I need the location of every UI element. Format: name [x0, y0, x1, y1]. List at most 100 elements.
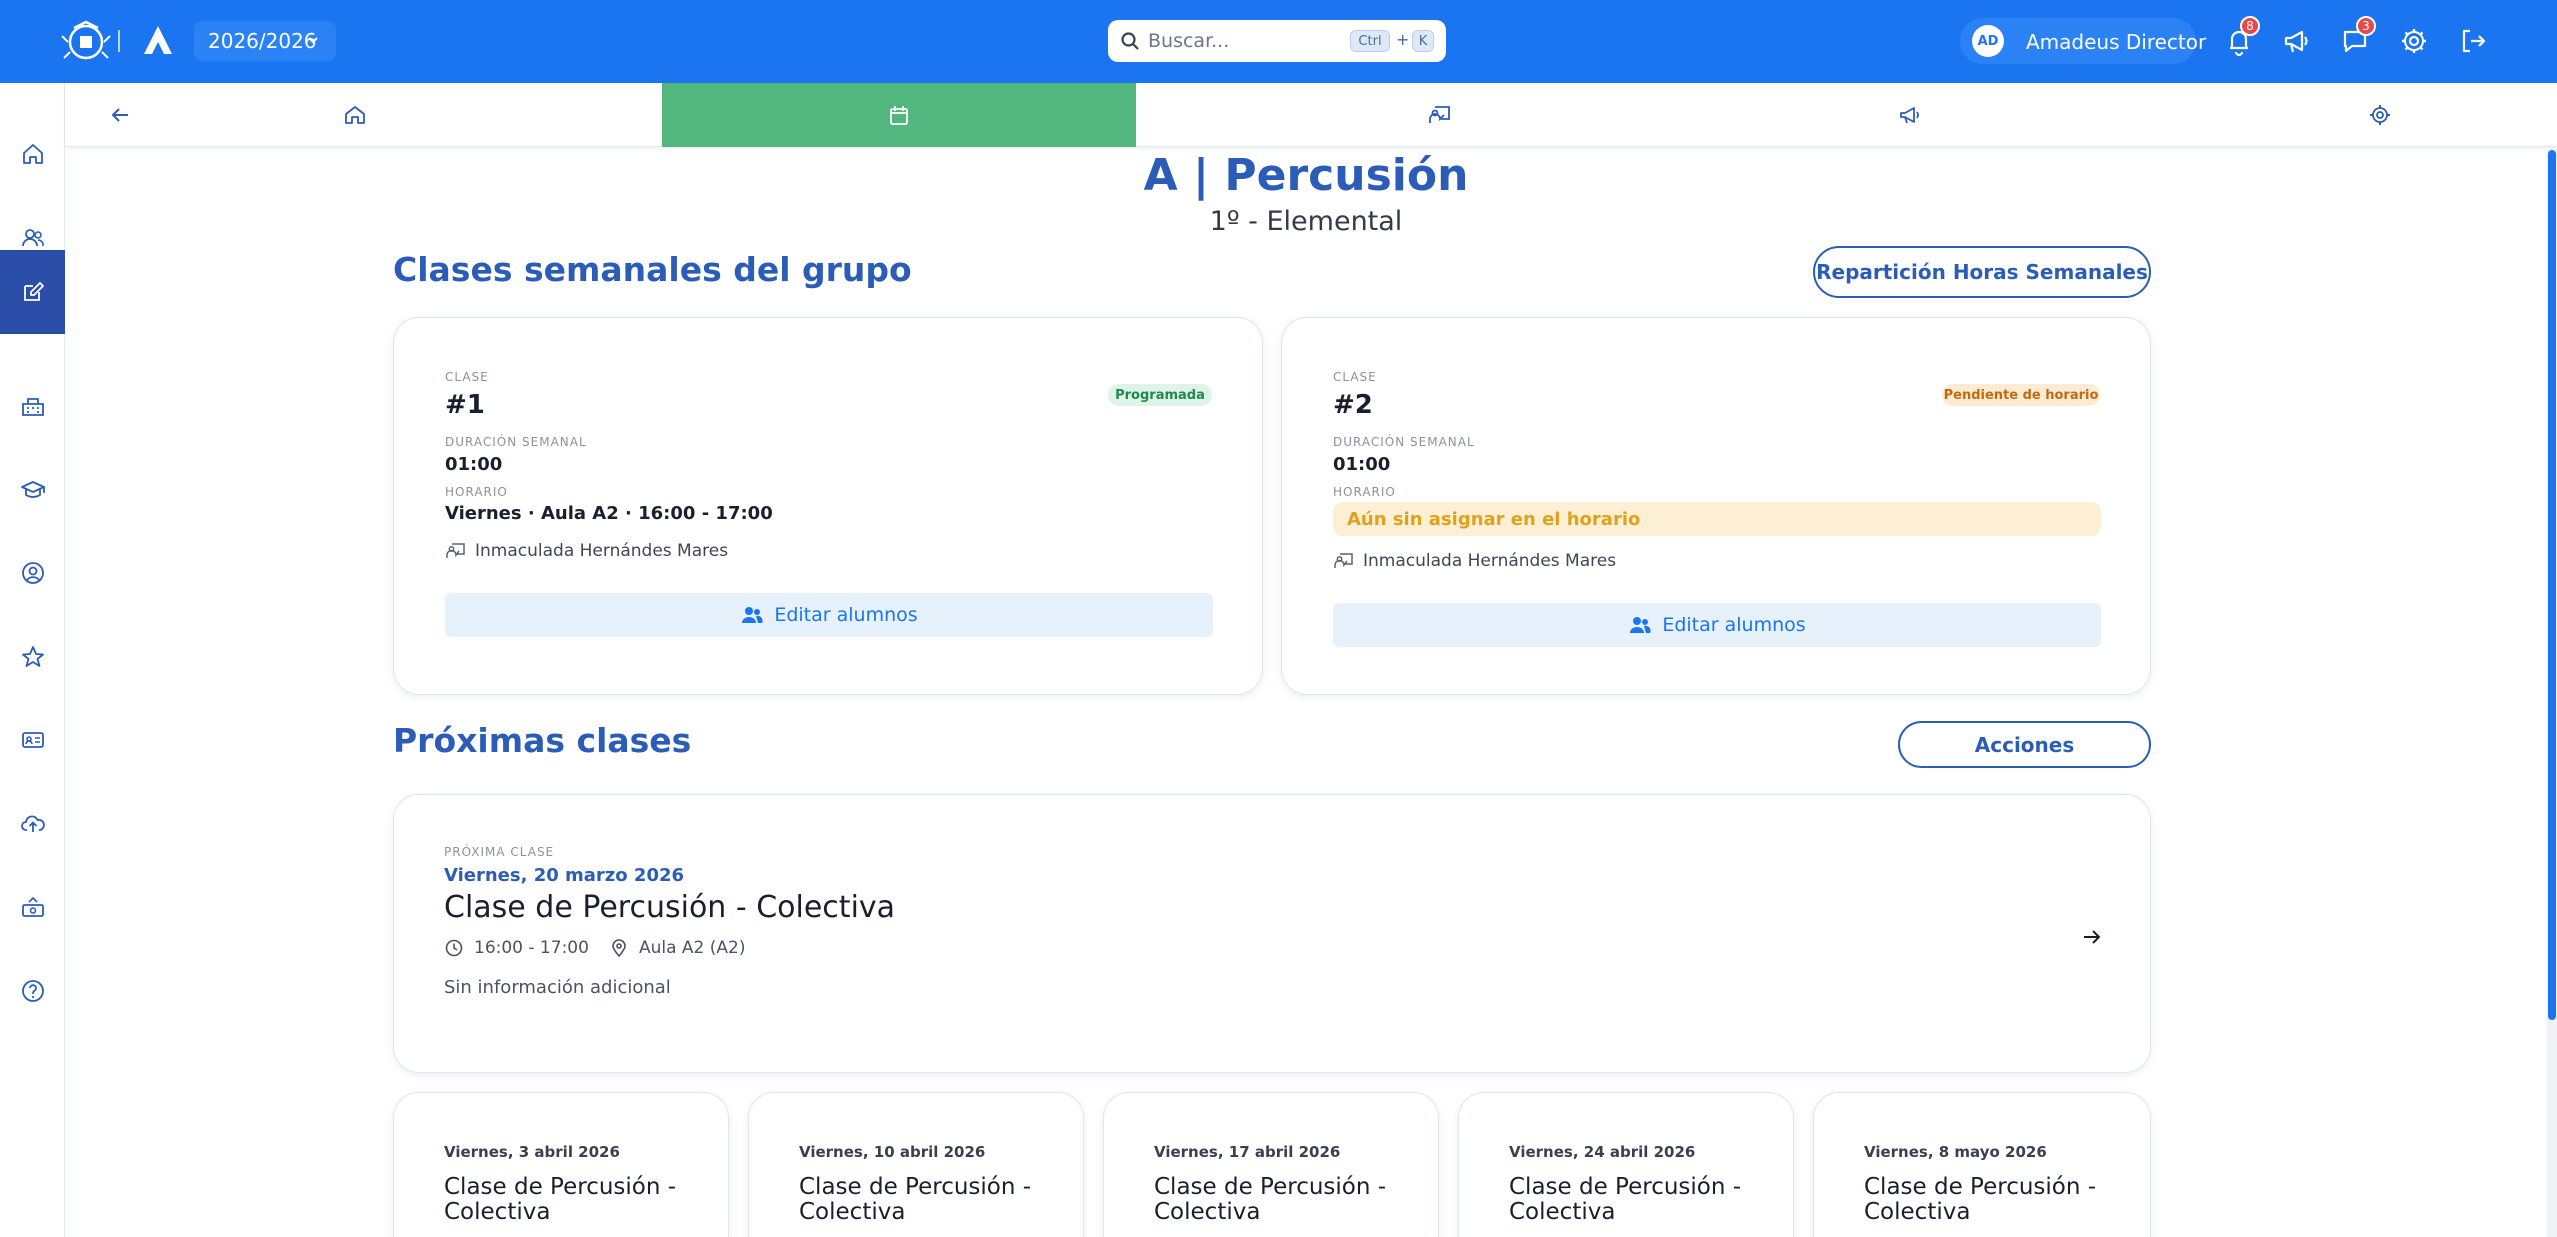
search-input[interactable]: Buscar... Ctrl + K	[1108, 20, 1446, 62]
top-bar: 2026/2026 Buscar... Ctrl + K AD Amadeus …	[0, 0, 2557, 83]
sidebar-item-edit[interactable]	[0, 250, 65, 334]
class-name: Clase de Percusión - Colectiva	[1509, 1174, 1742, 1225]
duration-label: DURACIÓN SEMANAL	[445, 435, 587, 449]
edit-students-button[interactable]: Editar alumnos	[1333, 603, 2101, 647]
avatar: AD	[1972, 25, 2004, 57]
school-icon	[21, 398, 44, 416]
edit-students-button[interactable]: Editar alumnos	[445, 593, 1213, 637]
messages-badge: 3	[2356, 16, 2376, 36]
class-name: Clase de Percusión - Colectiva	[1864, 1174, 2097, 1225]
sidebar-item-courses[interactable]	[0, 459, 65, 521]
class-date: Viernes, 10 abril 2026	[799, 1143, 986, 1161]
app-logo[interactable]	[140, 22, 176, 58]
next-class-label: PRÓXIMA CLASE	[444, 845, 555, 859]
class-date: Viernes, 24 abril 2026	[1509, 1143, 1696, 1161]
notifications-badge: 8	[2240, 16, 2260, 36]
weekly-class-card: CLASE #1 Programada DURACIÓN SEMANAL 01:…	[393, 317, 1263, 695]
shortcut-k-key: K	[1412, 30, 1434, 52]
institution-logo[interactable]	[60, 18, 112, 64]
class-name: Clase de Percusión - Colectiva	[799, 1174, 1032, 1225]
section-tab-bar	[65, 83, 2557, 147]
school-year-select[interactable]: 2026/2026	[194, 21, 336, 61]
schedule-value: Viernes · Aula A2 · 16:00 - 17:00	[445, 503, 773, 524]
tab-teachers[interactable]	[1305, 83, 1575, 147]
page-title: A | Percusión	[1143, 150, 1469, 201]
schedule-label: HORARIO	[1333, 485, 1396, 499]
sidebar-item-upload[interactable]	[0, 792, 65, 854]
settings-button[interactable]	[2397, 24, 2431, 58]
teacher-name: Inmaculada Hernándes Mares	[1333, 550, 1616, 572]
teacher-name: Inmaculada Hernándes Mares	[445, 540, 728, 562]
sidebar-item-home[interactable]	[0, 123, 65, 185]
arrow-right-icon[interactable]	[2080, 925, 2104, 949]
class-name: Clase de Percusión - Colectiva	[444, 1174, 677, 1225]
class-date: Viernes, 3 abril 2026	[444, 1143, 620, 1161]
next-class-name: Clase de Percusión - Colectiva	[444, 890, 896, 925]
page-subtitle: 1º - Elemental	[1209, 206, 1403, 237]
duration-value: 01:00	[1333, 454, 1391, 475]
sidebar-item-school[interactable]	[0, 375, 65, 437]
class-label: CLASE	[1333, 370, 1377, 384]
left-sidebar	[0, 83, 65, 1237]
upcoming-class-card[interactable]: Viernes, 17 abril 2026 Clase de Percusió…	[1103, 1092, 1439, 1237]
gear-icon	[2370, 105, 2390, 125]
teacher-board-icon	[1334, 553, 1353, 568]
megaphone-icon	[1900, 107, 1919, 124]
tab-announcements[interactable]	[1775, 83, 2045, 147]
back-button[interactable]	[85, 83, 155, 147]
profile-icon	[21, 562, 44, 584]
calendar-icon	[890, 106, 908, 125]
actions-button[interactable]: Acciones	[1898, 721, 2151, 768]
upcoming-class-card[interactable]: Viernes, 10 abril 2026 Clase de Percusió…	[748, 1092, 1084, 1237]
id-card-icon	[21, 732, 44, 748]
home-icon	[345, 106, 365, 124]
next-class-meta: 16:00 - 17:00 Aula A2 (A2)	[444, 938, 745, 958]
edit-icon	[23, 282, 44, 301]
teacher-board-icon	[446, 543, 465, 558]
class-label: CLASE	[445, 370, 489, 384]
weekly-hours-split-button[interactable]: Repartición Horas Semanales	[1813, 246, 2151, 298]
class-name: Clase de Percusión - Colectiva	[1154, 1174, 1387, 1225]
money-icon	[21, 896, 44, 917]
class-number: #2	[1333, 390, 1373, 420]
shortcut-ctrl-key: Ctrl	[1350, 30, 1390, 52]
tab-home[interactable]	[205, 83, 505, 147]
next-class-time: 16:00 - 17:00	[474, 938, 589, 958]
logout-button[interactable]	[2456, 24, 2490, 58]
status-badge: Programada	[1108, 384, 1212, 406]
user-menu-button[interactable]: AD Amadeus Director	[1960, 18, 2206, 64]
users-icon	[742, 607, 763, 623]
weekly-classes-title: Clases semanales del grupo	[393, 250, 912, 289]
notifications-button[interactable]: 8	[2222, 16, 2260, 58]
next-class-info: Sin información adicional	[444, 977, 671, 998]
sidebar-item-help[interactable]	[0, 960, 65, 1022]
sidebar-item-payments[interactable]	[0, 876, 65, 938]
upcoming-class-card[interactable]: Viernes, 8 mayo 2026 Clase de Percusión …	[1813, 1092, 2151, 1237]
tab-calendar[interactable]	[662, 83, 1136, 147]
next-class-card[interactable]: PRÓXIMA CLASE Viernes, 20 marzo 2026 Cla…	[393, 794, 2151, 1073]
sidebar-item-id-cards[interactable]	[0, 709, 65, 771]
scrollbar-thumb[interactable]	[2548, 150, 2556, 1020]
user-name: Amadeus Director	[2026, 30, 2207, 54]
next-class-room: Aula A2 (A2)	[638, 938, 746, 958]
tab-settings[interactable]	[2245, 83, 2515, 147]
next-class-date: Viernes, 20 marzo 2026	[444, 865, 685, 886]
cloud-upload-icon	[20, 815, 45, 832]
schedule-label: HORARIO	[445, 485, 508, 499]
sidebar-item-favorites[interactable]	[0, 626, 65, 688]
sidebar-item-profile[interactable]	[0, 542, 65, 604]
logo-separator	[118, 30, 120, 52]
upcoming-class-card[interactable]: Viernes, 3 abril 2026 Clase de Percusión…	[393, 1092, 729, 1237]
chevron-down-icon	[308, 37, 318, 44]
star-icon	[21, 646, 44, 667]
help-icon	[21, 980, 44, 1002]
teacher-board-icon	[1429, 106, 1450, 123]
search-icon	[1121, 32, 1139, 50]
logout-icon	[2462, 29, 2486, 53]
messages-button[interactable]: 3	[2338, 16, 2376, 58]
teacher-name-text: Inmaculada Hernándes Mares	[475, 541, 729, 561]
upcoming-class-card[interactable]: Viernes, 24 abril 2026 Clase de Percusió…	[1458, 1092, 1794, 1237]
gear-icon	[2402, 29, 2426, 53]
school-year-value: 2026/2026	[208, 29, 317, 53]
announcements-button[interactable]	[2280, 24, 2314, 58]
